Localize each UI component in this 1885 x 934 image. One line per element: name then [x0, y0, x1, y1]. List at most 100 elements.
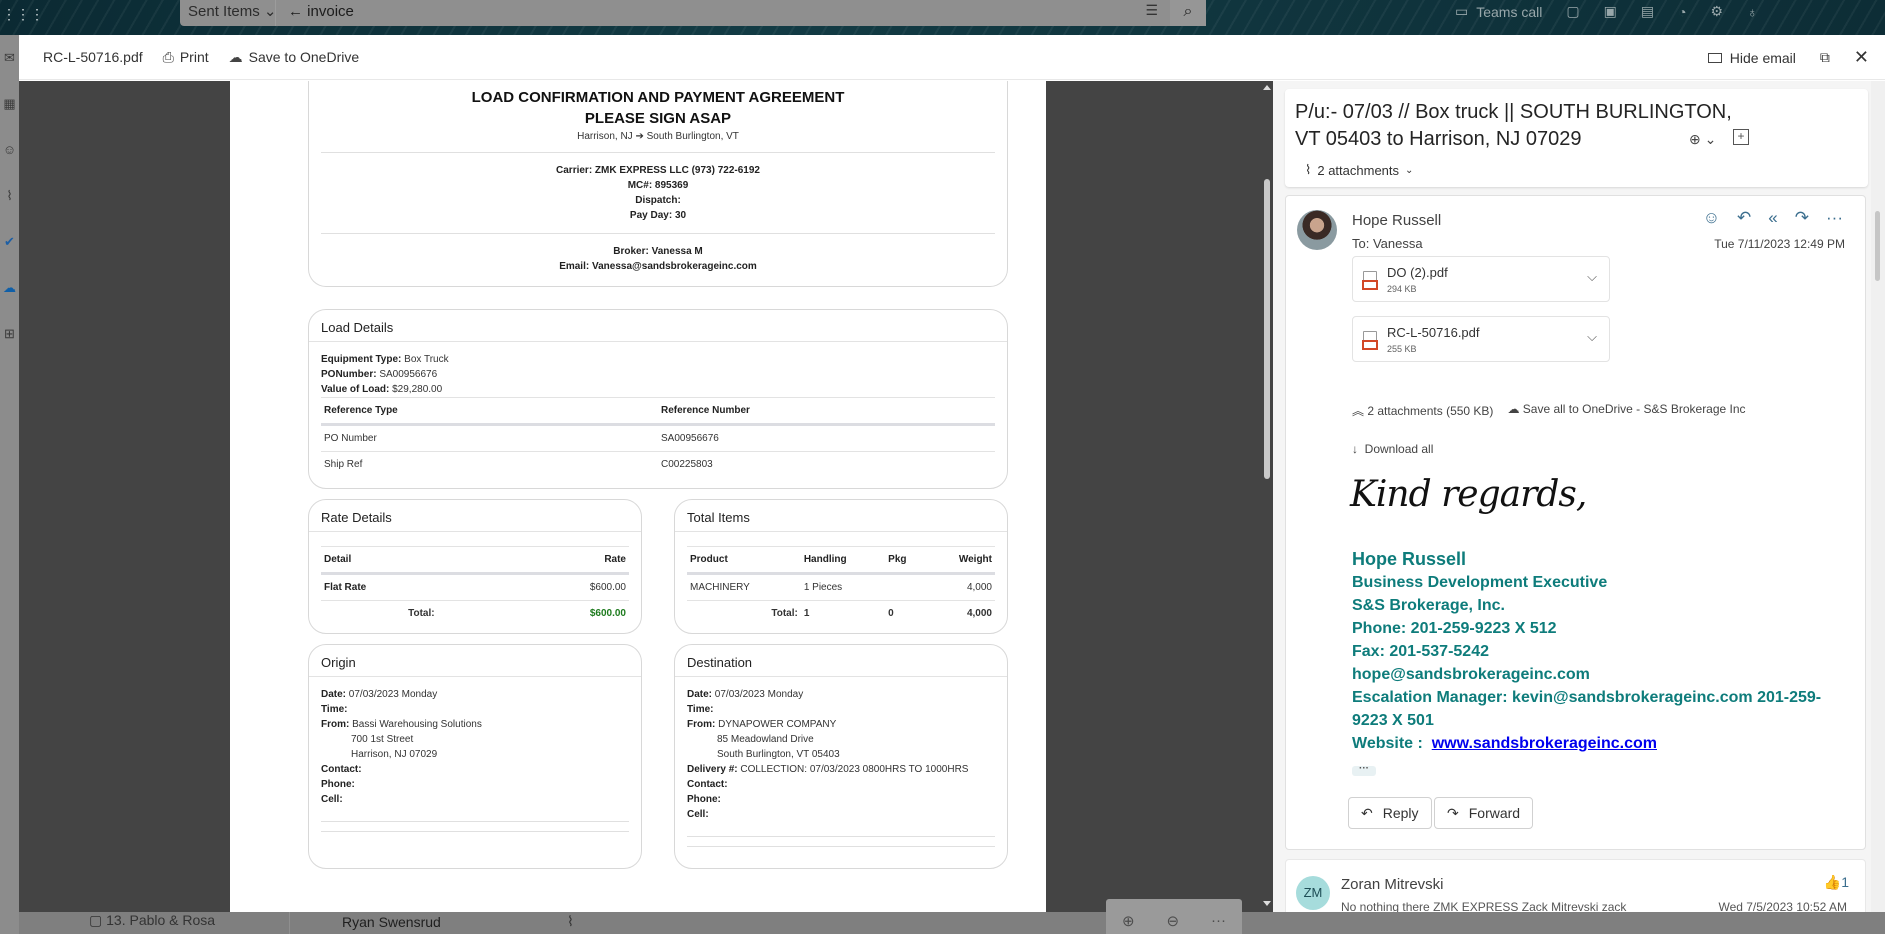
pdf-scrollbar[interactable] [1261, 81, 1273, 912]
scroll-thumb[interactable] [1264, 179, 1270, 479]
scroll-down-icon[interactable] [1263, 901, 1271, 906]
download-icon: ↓ [1352, 442, 1358, 456]
save-to-onedrive-button[interactable]: ☁ Save to OneDrive [229, 49, 360, 66]
origin-card: Origin Date: 07/03/2023 Monday Time: Fro… [308, 644, 642, 869]
header-card: LOAD CONFIRMATION AND PAYMENT AGREEMENT … [308, 81, 1008, 287]
chevron-down-icon[interactable]: ⌵ [1587, 269, 1597, 285]
app-rail: ✉ ▦ ☺ ⌇ ✔ ☁ ⊞ [0, 35, 19, 934]
chat-icon[interactable]: ▢ [1566, 3, 1579, 20]
message-sender[interactable]: Ryan Swensrud [342, 914, 441, 930]
reply-icon[interactable]: ↶ [1737, 208, 1751, 228]
zoom-out-icon[interactable]: ⊖ [1166, 912, 1179, 930]
video-icon: ▭ [1455, 3, 1469, 19]
close-icon[interactable]: ✕ [1854, 47, 1869, 68]
document-subtitle: PLEASE SIGN ASAP [584, 110, 732, 127]
scroll-thumb[interactable] [1875, 211, 1880, 281]
calendar-icon[interactable]: ▦ [0, 81, 19, 127]
app-launcher-icon[interactable]: ⋮⋮⋮ [2, 6, 44, 22]
search-box[interactable]: Sent Items ⌄ ← invoice ☰ ⌕ [180, 0, 1206, 26]
message-actions: ☺ ↶ « ↷ ··· [1703, 208, 1843, 228]
arrow-right-icon: ➔ [635, 131, 644, 142]
chevron-up-double-icon: ︽ [1352, 404, 1365, 418]
gear-icon[interactable]: ⚙ [1711, 3, 1724, 20]
message-date: Tue 7/11/2023 12:49 PM [1714, 237, 1845, 251]
scroll-up-icon[interactable] [1263, 85, 1271, 90]
reply-button[interactable]: ↶ Reply [1348, 797, 1432, 829]
message-preview: No nothing there ZMK EXPRESS Zack Mitrev… [1341, 900, 1627, 912]
show-more-button[interactable]: ··· [1352, 764, 1376, 776]
attachments-toggle[interactable]: ⌇ 2 attachments ⌄ [1305, 162, 1413, 178]
website-link[interactable]: www.sandsbrokerageinc.com [1432, 735, 1657, 752]
pop-out-icon[interactable]: ⧉ [1820, 49, 1830, 66]
more-icon[interactable]: ··· [1211, 912, 1226, 929]
apps-icon[interactable]: ⊞ [0, 311, 19, 357]
paperclip-icon: ⌇ [1305, 162, 1312, 177]
people-icon[interactable]: ☺ [0, 127, 19, 173]
thumbs-up-icon: 👍 [1823, 874, 1842, 890]
table-row: MACHINERY 1 Pieces 4,000 [687, 573, 995, 601]
total-items-card: Total Items Product Handling Pkg Weight MAC… [674, 499, 1008, 634]
table-row: Ship Ref C00225803 [324, 459, 713, 470]
email-signature: Hope Russell Business Development Execut… [1352, 549, 1822, 776]
attachment-item[interactable]: DO (2).pdf 294 KB ⌵ [1352, 256, 1610, 302]
print-button[interactable]: ⎙ Print [163, 49, 209, 66]
panel-icon [1707, 52, 1722, 63]
cloud-icon: ☁ [1507, 402, 1520, 416]
more-icon[interactable]: ··· [1826, 208, 1843, 228]
message-list-peek: ▢ 13. Pablo & Rosa Ryan Swensrud ⌇ [19, 912, 1885, 934]
load-details-card: Load Details Equipment Type: Box Truck P… [308, 309, 1008, 489]
lightbulb-icon[interactable]: ♁ [1747, 4, 1758, 20]
reaction[interactable]: 👍1 [1824, 874, 1849, 891]
pdf-zoom-controls: ⊕ ⊖ ··· [1106, 899, 1242, 934]
download-all-button[interactable]: ↓ Download all [1352, 442, 1433, 456]
route: Harrison, NJ ➔ South Burlington, VT [577, 131, 739, 142]
email-scrollbar[interactable] [1871, 81, 1885, 912]
expand-icon[interactable]: + [1733, 129, 1749, 145]
attachment-actions: ︽ 2 attachments (550 KB) ☁ Save all to O… [1352, 402, 1746, 419]
filter-icon[interactable]: ☰ [1145, 2, 1158, 19]
bell-icon[interactable]: ◔ [1678, 4, 1686, 20]
attachment-icon: ⌇ [567, 913, 574, 929]
viewer-toolbar: RC-L-50716.pdf ⎙ Print ☁ Save to OneDrive … [19, 35, 1885, 80]
search-icon[interactable]: ⌕ [1170, 0, 1206, 26]
sender-name: Zoran Mitrevski [1341, 876, 1444, 893]
save-all-onedrive-button[interactable]: ☁ Save all to OneDrive - S&S Brokerage I… [1507, 402, 1745, 419]
avatar[interactable] [1297, 210, 1337, 250]
collapse-attachments-button[interactable]: ︽ 2 attachments (550 KB) [1352, 402, 1493, 419]
dispatch-line: Dispatch: [635, 195, 681, 206]
search-folder-dropdown[interactable]: Sent Items ⌄ [188, 2, 276, 20]
avatar: ZM [1296, 876, 1330, 910]
pdf-viewer[interactable]: LOAD CONFIRMATION AND PAYMENT AGREEMENT … [19, 81, 1273, 934]
forward-icon: ↷ [1447, 804, 1459, 821]
forward-icon[interactable]: ↷ [1795, 208, 1809, 228]
message-card: Hope Russell To: Vanessa ☺ ↶ « ↷ ··· Tue… [1285, 195, 1866, 850]
folder-item[interactable]: ▢ 13. Pablo & Rosa [89, 912, 215, 929]
emoji-icon[interactable]: ☺ [1703, 208, 1720, 228]
forward-button[interactable]: ↷ Forward [1434, 797, 1534, 829]
reply-all-icon[interactable]: « [1768, 208, 1777, 228]
search-input[interactable]: ← invoice [288, 3, 354, 20]
hide-email-button[interactable]: Hide email [1707, 50, 1796, 66]
sender-name[interactable]: Hope Russell [1352, 212, 1441, 229]
attachment-viewer: RC-L-50716.pdf ⎙ Print ☁ Save to OneDrive … [19, 35, 1885, 934]
message-item[interactable]: ZM Zoran Mitrevski No nothing there ZMK … [1285, 859, 1866, 912]
table-row: PO Number SA00956676 [321, 424, 995, 452]
chevron-down-icon[interactable]: ⌵ [1587, 329, 1597, 345]
teams-call-button[interactable]: ▭ Teams call [1455, 3, 1542, 20]
paperclip-icon[interactable]: ⌇ [0, 173, 19, 219]
mail-icon[interactable]: ✉ [0, 35, 19, 81]
broker-line: Broker: Vanessa M [613, 246, 703, 257]
file-name: RC-L-50716.pdf [43, 49, 143, 65]
attachment-item[interactable]: RC-L-50716.pdf 255 KB ⌵ [1352, 316, 1610, 362]
todo-icon[interactable]: ✔ [0, 219, 19, 265]
table-row: Flat Rate $600.00 [321, 573, 629, 601]
zoom-in-icon[interactable]: ⊕ [1122, 912, 1135, 930]
reply-icon: ↶ [1361, 804, 1373, 821]
carrier-line: Carrier: ZMK EXPRESS LLC (973) 722-6192 [556, 165, 760, 176]
message-date: Wed 7/5/2023 10:52 AM [1718, 900, 1847, 912]
zoom-icon[interactable]: ⊕ ⌄ [1689, 131, 1716, 148]
calendar-check-icon[interactable]: ▤ [1641, 3, 1654, 20]
reference-table: Reference Type Reference Number PO Number… [321, 398, 995, 477]
onedrive-icon[interactable]: ☁ [0, 265, 19, 311]
onenote-icon[interactable]: ▣ [1604, 3, 1617, 20]
